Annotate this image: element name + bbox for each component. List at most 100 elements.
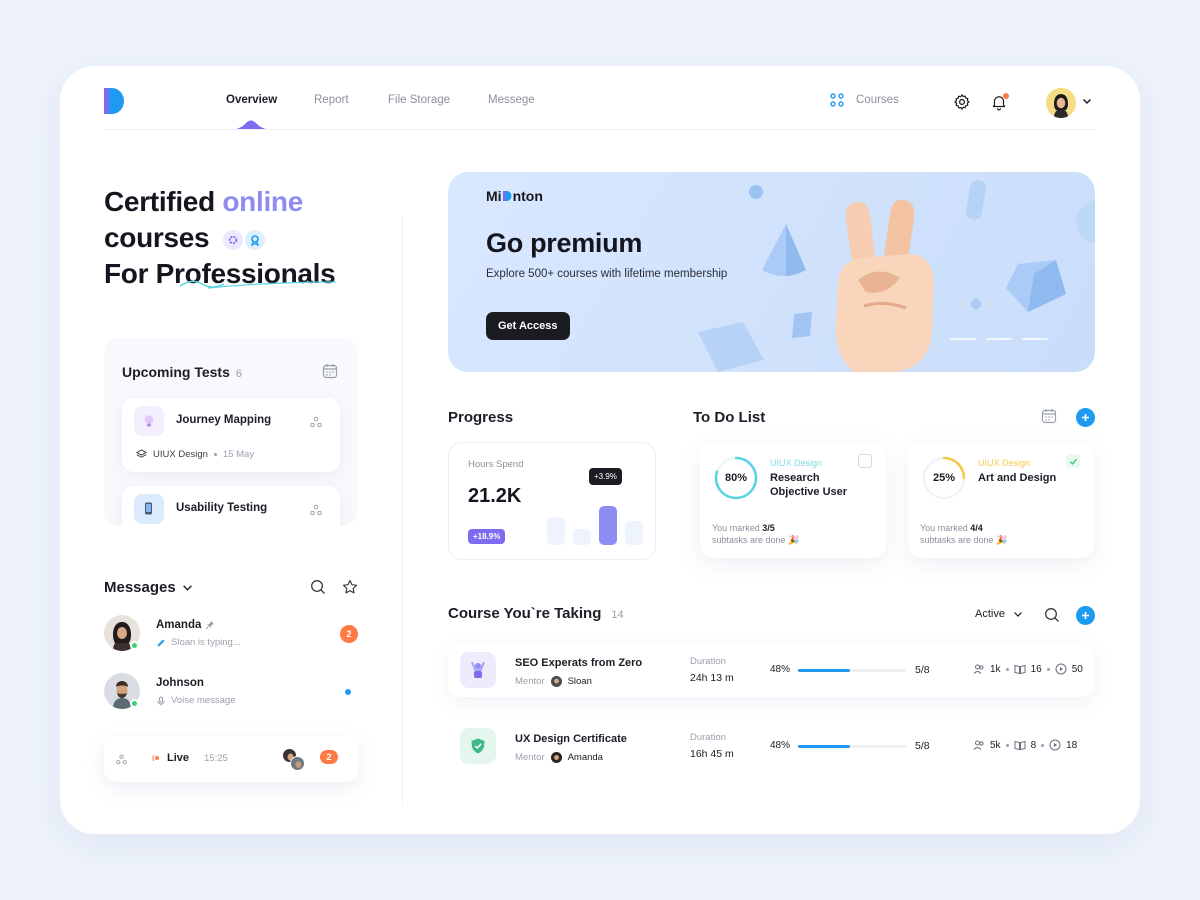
course-status-filter[interactable]: Active [975, 608, 1023, 620]
message-status: Sloan is typing... [156, 637, 241, 648]
check-icon [1069, 458, 1077, 465]
calendar-icon[interactable] [322, 363, 338, 379]
courses-link-label: Courses [856, 94, 899, 106]
logo-icon[interactable] [104, 88, 124, 114]
messages-title-label: Messages [104, 579, 176, 596]
share-icon[interactable] [310, 416, 322, 428]
messages-actions [310, 579, 358, 595]
play-icon [1049, 739, 1061, 751]
lessons-count: 8 [1030, 739, 1037, 751]
nav-file-storage[interactable]: File Storage [388, 94, 450, 106]
banner-carousel-indicators [950, 338, 1048, 340]
share-icon[interactable] [116, 754, 127, 765]
add-todo-button[interactable] [1076, 408, 1095, 427]
grid-icon [830, 93, 844, 107]
live-broadcast-icon [152, 754, 159, 762]
course-percent: 48% [770, 664, 791, 675]
book-icon [1014, 664, 1026, 675]
avatar [290, 756, 305, 771]
layers-icon [136, 449, 147, 458]
pencil-icon [157, 639, 165, 646]
settings-button[interactable] [953, 93, 971, 111]
hero-badges [222, 229, 265, 250]
capsule-shape [965, 180, 987, 220]
hours-bar-chart [547, 506, 643, 545]
dot-shape [749, 185, 763, 199]
hands-up-icon [460, 652, 496, 688]
chevron-down-icon [1014, 612, 1022, 617]
carousel-dot[interactable] [1022, 338, 1048, 340]
course-row-ux[interactable]: UX Design Certificate Mentor Amanda Dura… [448, 719, 1094, 773]
test-card-usability-testing[interactable]: Usability Testing [122, 486, 340, 526]
premium-banner: Mi nton Go premium Explore 500+ courses w… [448, 172, 1095, 372]
search-icon[interactable] [1044, 607, 1060, 623]
plus-icon [1082, 612, 1089, 619]
course-progress-fill [798, 745, 850, 748]
avatar [550, 752, 562, 763]
message-status-text: Voise message [171, 695, 236, 706]
unread-badge: 2 [320, 750, 338, 764]
brand-logo-icon [502, 191, 512, 201]
todo-category: UIUX Design [978, 458, 1031, 468]
box-shape [1006, 260, 1066, 312]
meta-separator [213, 453, 217, 456]
lessons-count: 16 [1030, 663, 1042, 675]
live-participants [282, 748, 308, 772]
todo-card-research[interactable]: 80% UIUX Design Research Objective User … [700, 442, 886, 558]
test-category: UIUX Design [153, 449, 208, 460]
star-icon[interactable] [342, 579, 358, 595]
carousel-dot[interactable] [950, 338, 976, 340]
share-icon[interactable] [310, 504, 322, 516]
courses-link[interactable]: Courses [830, 93, 899, 107]
test-card-journey-mapping[interactable]: Journey Mapping UIUX Design 15 May [122, 398, 340, 472]
message-sender-name: Johnson [156, 677, 204, 689]
search-icon[interactable] [310, 579, 326, 595]
gear-badge-icon [222, 229, 243, 250]
course-row-seo[interactable]: SEO Experats from Zero Mentor Sloan Dura… [448, 643, 1094, 697]
peace-hand-illustration [835, 199, 934, 372]
todo-name: Research Objective User [770, 472, 848, 498]
carousel-dot[interactable] [986, 338, 1012, 340]
notifications-button[interactable] [990, 93, 1009, 111]
nav-overview[interactable]: Overview [226, 94, 277, 106]
duration-label: Duration [690, 732, 726, 743]
underline-squiggle [179, 280, 337, 289]
todo-name: Art and Design [978, 472, 1057, 484]
calendar-icon[interactable] [1041, 408, 1057, 424]
message-item-amanda[interactable]: Amanda Sloan is typing... 2 [104, 615, 360, 655]
message-status: Voise message [156, 695, 235, 706]
mentor-label: Mentor [515, 676, 545, 687]
shield-icon [460, 728, 496, 764]
gear-icon [954, 94, 970, 110]
chevron-down-icon[interactable] [1082, 96, 1092, 106]
cylinder-shape [698, 322, 764, 372]
messages-title[interactable]: Messages [104, 579, 193, 596]
add-course-button[interactable] [1076, 606, 1095, 625]
users-icon [973, 740, 984, 750]
todo-card-art[interactable]: 25% UIUX Design Art and Design You marke… [908, 442, 1094, 558]
todo-note-count: 3/5 [762, 523, 775, 533]
duration-label: Duration [690, 656, 726, 667]
todo-percent: 80% [724, 472, 748, 484]
progress-card: Hours Spend 21.2K +18.9% +3.9% [448, 442, 656, 560]
test-name: Usability Testing [176, 502, 268, 514]
avatar[interactable] [1046, 88, 1076, 118]
duration-value: 24h 13 m [690, 672, 734, 684]
message-sender: Johnson [156, 677, 204, 689]
todo-category: UIUX Design [770, 458, 823, 468]
todo-checkbox[interactable] [858, 454, 872, 468]
todo-checkbox[interactable] [1066, 454, 1080, 468]
message-item-johnson[interactable]: Johnson Voise message [104, 673, 360, 713]
live-session-card[interactable]: Live 15:25 2 [104, 736, 358, 782]
todo-note-pre: You marked [712, 523, 763, 533]
live-time: 15:25 [204, 753, 228, 764]
nav-report[interactable]: Report [314, 94, 349, 106]
brand-name: Mi nton [486, 188, 543, 204]
nav-messege[interactable]: Messege [488, 94, 535, 106]
get-access-button[interactable]: Get Access [486, 312, 570, 340]
mentor-name: Amanda [567, 752, 603, 763]
videos-count: 50 [1071, 663, 1083, 675]
users-icon [973, 664, 984, 674]
test-date: 15 May [222, 449, 255, 460]
header-divider [104, 129, 1096, 130]
